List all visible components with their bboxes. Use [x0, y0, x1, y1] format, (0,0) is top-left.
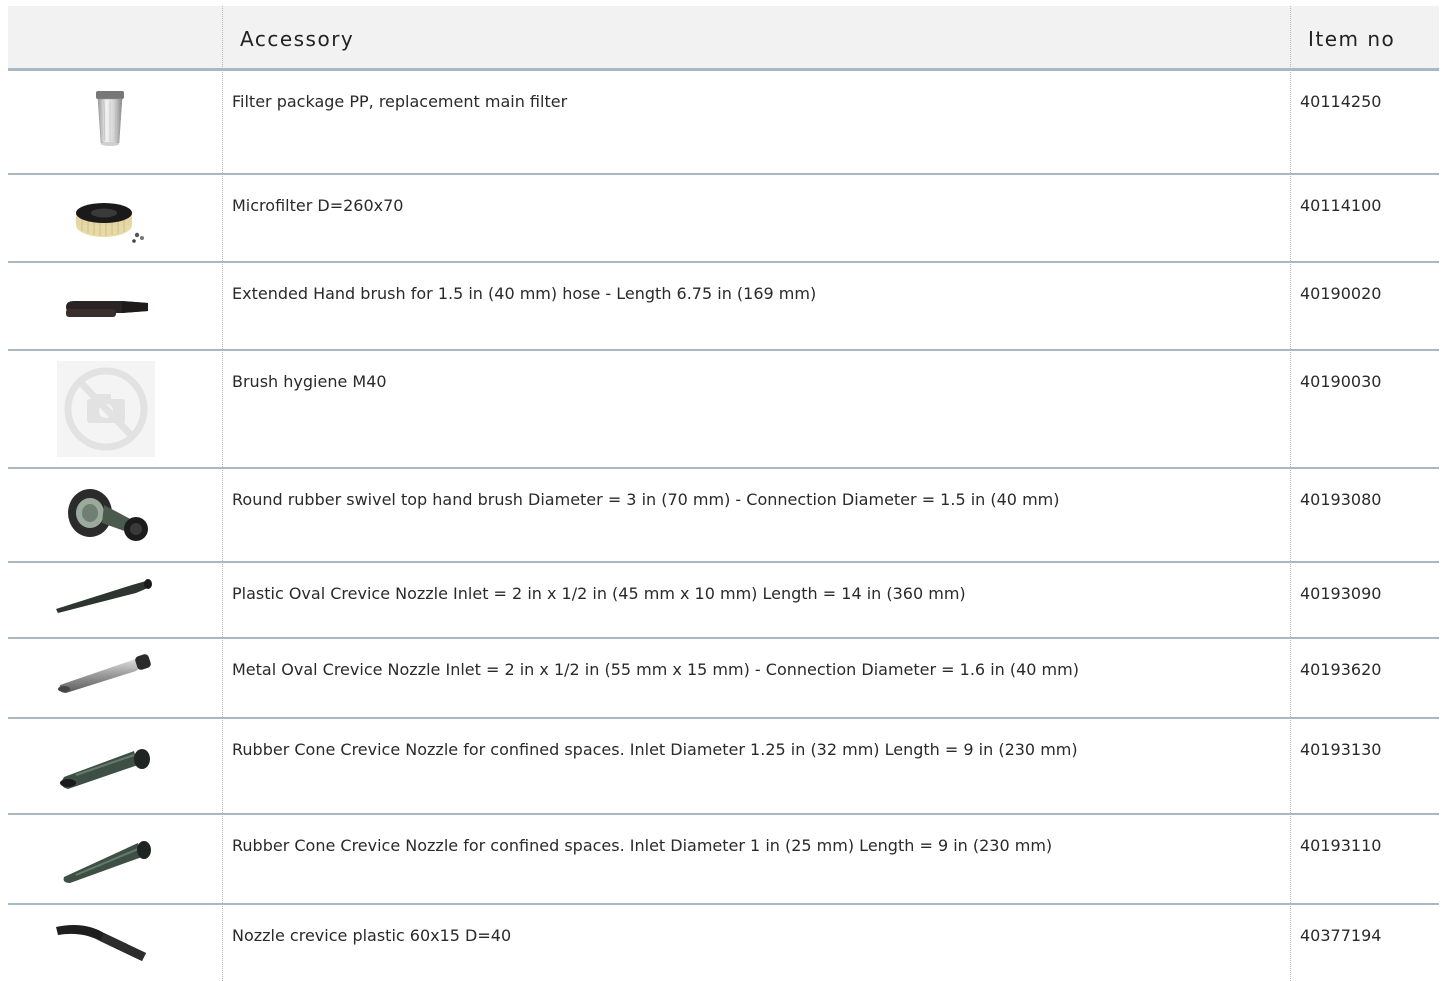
item-number: 40114250: [1300, 92, 1382, 111]
item-number: 40193080: [1300, 490, 1382, 509]
metal-crevice-nozzle-icon: [58, 654, 151, 693]
item-number: 40190030: [1300, 372, 1382, 391]
column-divider: [222, 6, 223, 981]
accessory-description: Plastic Oval Crevice Nozzle Inlet = 2 in…: [232, 584, 966, 603]
item-number: 40377194: [1300, 926, 1382, 945]
hand-brush-icon: [66, 301, 148, 317]
accessory-image: [8, 563, 222, 637]
item-number: 40114100: [1300, 196, 1382, 215]
accessory-image: [8, 351, 222, 467]
plastic-crevice-nozzle-icon: [56, 579, 152, 613]
accessory-description: Round rubber swivel top hand brush Diame…: [232, 490, 1060, 509]
header-item-no: Item no: [1308, 27, 1396, 51]
accessory-image: [8, 905, 222, 979]
accessory-description: Nozzle crevice plastic 60x15 D=40: [232, 926, 512, 945]
accessory-description: Rubber Cone Crevice Nozzle for confined …: [232, 740, 1078, 759]
accessory-description: Rubber Cone Crevice Nozzle for confined …: [232, 836, 1053, 855]
column-divider: [1290, 6, 1291, 981]
cylindrical-filter-icon: [96, 91, 124, 146]
accessory-image: [8, 175, 222, 261]
item-number: 40190020: [1300, 284, 1382, 303]
no-image-placeholder-icon: [64, 367, 148, 451]
item-number: 40193090: [1300, 584, 1382, 603]
accessory-description: Microfilter D=260x70: [232, 196, 404, 215]
accessory-image: [8, 815, 222, 903]
accessory-image: [8, 263, 222, 349]
item-number: 40193620: [1300, 660, 1382, 679]
accessory-description: Filter package PP, replacement main filt…: [232, 92, 568, 111]
round-microfilter-icon: [76, 203, 144, 243]
rubber-cone-nozzle-small-icon: [63, 841, 151, 883]
accessory-description: Metal Oval Crevice Nozzle Inlet = 2 in x…: [232, 660, 1079, 679]
accessory-description: Extended Hand brush for 1.5 in (40 mm) h…: [232, 284, 817, 303]
item-number: 40193110: [1300, 836, 1382, 855]
item-number: 40193130: [1300, 740, 1382, 759]
swivel-brush-icon: [68, 489, 148, 541]
image-placeholder: [57, 361, 155, 457]
accessory-image: [8, 469, 222, 561]
rubber-cone-nozzle-icon: [60, 749, 150, 789]
accessories-table: Accessory Item no Filter package PP, rep…: [8, 6, 1439, 981]
accessory-image: [8, 719, 222, 813]
curved-crevice-nozzle-icon: [56, 925, 146, 961]
header-accessory: Accessory: [240, 27, 355, 51]
header-image-column: [8, 6, 222, 68]
accessory-image: [8, 639, 222, 717]
accessory-description: Brush hygiene M40: [232, 372, 387, 391]
accessory-image: [8, 71, 222, 173]
